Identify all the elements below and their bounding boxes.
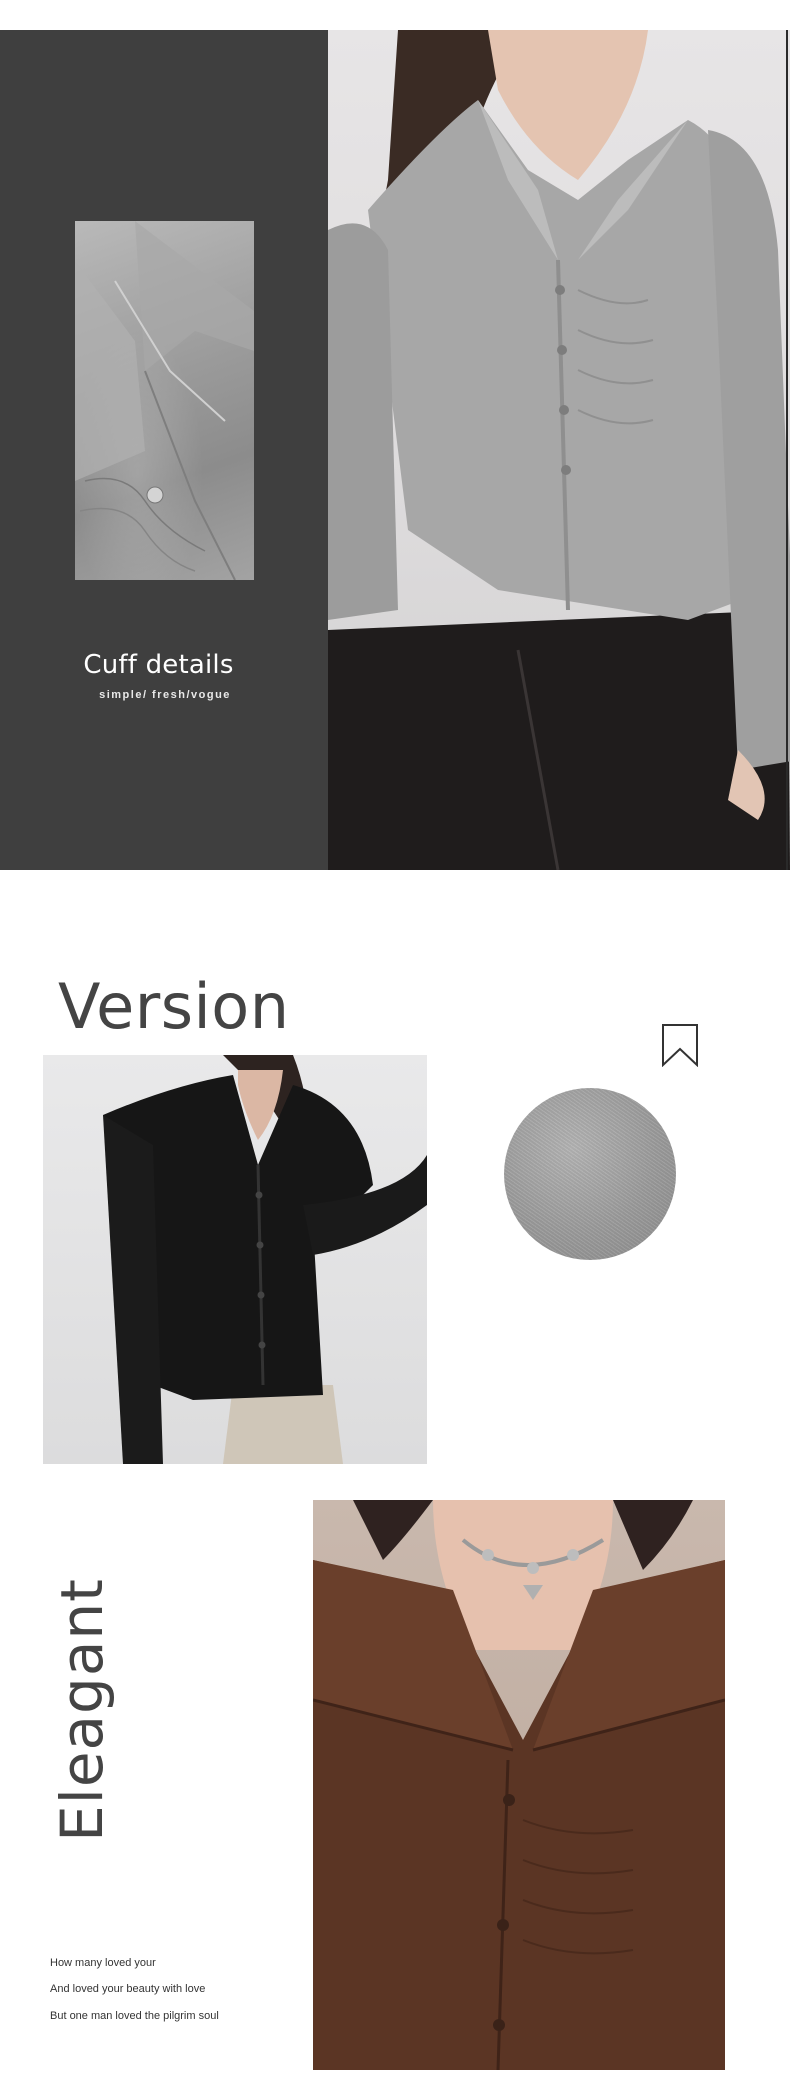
bookmark-icon <box>661 1023 699 1068</box>
cuff-details-title: Cuff details <box>83 650 234 680</box>
version-heading: Version <box>58 970 290 1043</box>
fabric-detail-photo <box>75 221 254 580</box>
panel-edge-line <box>786 30 788 870</box>
black-shirt-model-photo <box>43 1055 427 1464</box>
cuff-details-subtitle: simple/ fresh/vogue <box>99 689 231 701</box>
poem-line: How many loved your <box>50 1957 156 1969</box>
grey-shirt-model-photo <box>328 30 790 870</box>
poem-line: And loved your beauty with love <box>50 1983 206 1995</box>
eleagant-heading: Eleagant <box>48 1578 116 1842</box>
brown-shirt-model-photo <box>313 1500 725 2070</box>
eleagant-heading-wrap: Eleagant <box>42 1578 122 1842</box>
poem-line: But one man loved the pilgrim soul <box>50 2010 219 2022</box>
fabric-swatch-circle <box>504 1088 676 1260</box>
